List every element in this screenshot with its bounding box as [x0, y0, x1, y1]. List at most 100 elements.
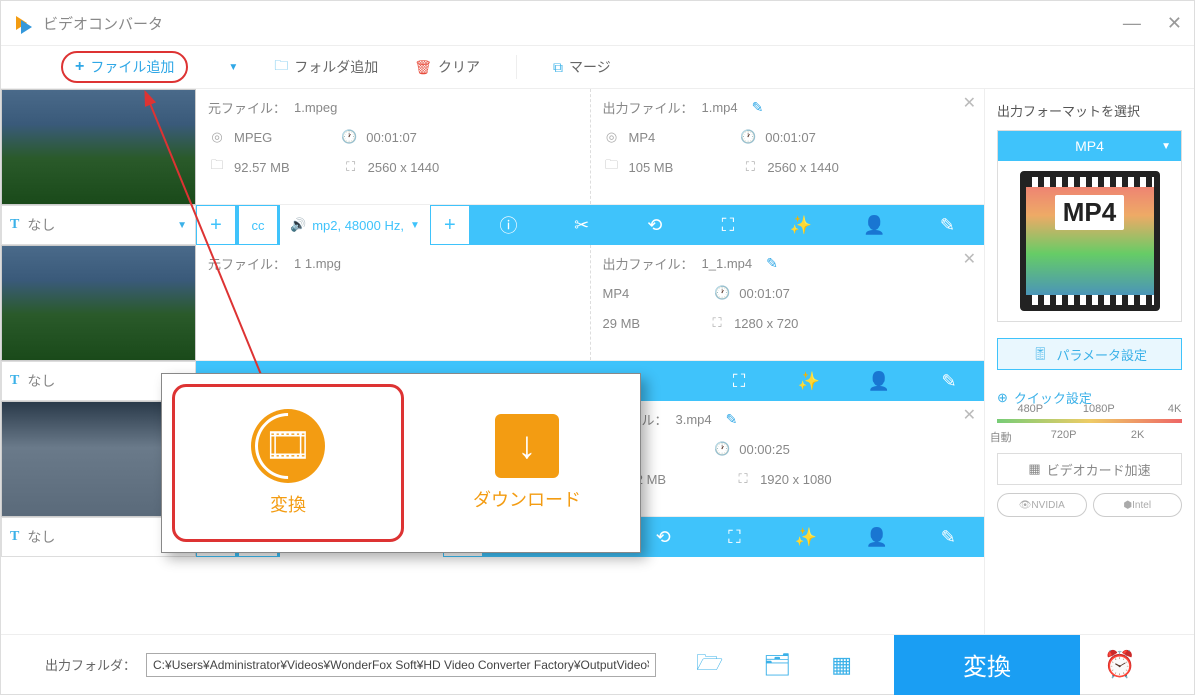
crop-tool-icon[interactable]: ⛶ — [704, 371, 774, 392]
out-file-label: 出力ファイル： — [603, 98, 694, 117]
watermark-tool-icon[interactable]: 👤 — [841, 524, 912, 550]
video-thumbnail[interactable] — [1, 89, 196, 205]
watermark-tool-icon[interactable]: 👤 — [838, 212, 911, 238]
resolution-icon: ⛶ — [741, 158, 759, 176]
add-file-dropdown-icon[interactable]: ▼ — [228, 62, 238, 73]
out-duration: 00:00:25 — [739, 442, 790, 457]
subtitle-value: なし — [27, 371, 55, 391]
remove-file-icon[interactable]: ✕ — [963, 405, 976, 425]
tick-auto: 自動 — [990, 429, 1012, 445]
add-file-label: ファイル追加 — [90, 57, 174, 77]
output-folder-label: 出力フォルダ： — [45, 655, 136, 674]
resolution-icon: ⛶ — [734, 470, 752, 488]
output-folder-input[interactable] — [146, 653, 656, 677]
subtitle-value: なし — [27, 527, 55, 547]
src-file-name: 1 1.mpg — [294, 256, 341, 271]
crop-tool-icon[interactable]: ⛶ — [691, 212, 764, 238]
sliders-icon: 🎚 — [1032, 346, 1049, 362]
add-folder-button[interactable]: 🗀 フォルダ追加 — [274, 55, 378, 79]
merge-icon: ⧉ — [553, 59, 563, 76]
out-res: 1920 x 1080 — [760, 472, 832, 487]
edit-icon[interactable]: ✎ — [726, 411, 738, 428]
mp4-badge: MP4 — [1055, 195, 1124, 230]
effects-tool-icon[interactable]: ✨ — [774, 371, 844, 392]
open-folder-icon[interactable]: 🗂 — [763, 652, 791, 678]
subtitle-icon: T — [10, 373, 19, 389]
audio-value: mp2, 48000 Hz, — [312, 218, 404, 233]
out-format: MP4 — [629, 130, 656, 145]
output-format-box[interactable]: MP4▼ MP4 — [997, 130, 1182, 322]
plus-icon: + — [75, 58, 84, 76]
app-logo-icon — [13, 12, 35, 34]
app-title: ビデオコンバータ — [43, 13, 163, 34]
convert-icon: 🎞 — [251, 409, 325, 483]
out-duration: 00:01:07 — [765, 130, 816, 145]
video-thumbnail[interactable] — [1, 245, 196, 361]
cut-tool-icon[interactable]: ✂ — [545, 212, 618, 238]
remove-file-icon[interactable]: ✕ — [963, 249, 976, 269]
quality-slider[interactable]: 480P 1080P 4K 自動 720P 2K — [997, 419, 1182, 423]
convert-mode-option[interactable]: 🎞 変換 — [172, 384, 404, 542]
chevron-down-icon: ▼ — [410, 220, 420, 231]
browse-folder-icon[interactable]: 🗁 — [696, 646, 723, 684]
info-tool-icon[interactable]: ⓘ — [472, 212, 545, 238]
edit-tool-icon[interactable]: ✎ — [911, 212, 984, 238]
convert-button[interactable]: 変換 — [894, 635, 1080, 695]
edit-tool-icon[interactable]: ✎ — [913, 524, 984, 550]
chip-icon: ▦ — [1028, 461, 1040, 477]
clear-button[interactable]: 🗑 クリア — [414, 57, 480, 77]
chevron-down-icon: ▼ — [1161, 141, 1171, 152]
src-format: MPEG — [234, 130, 272, 145]
out-res: 1280 x 720 — [734, 316, 798, 331]
nvidia-icon: 👁 — [1019, 500, 1032, 511]
handle-icon: ⊕ — [997, 390, 1008, 406]
src-file-name: 1.mpeg — [294, 100, 337, 115]
subtitle-select[interactable]: Tなし▼ — [1, 205, 196, 245]
convert-button-label: 変換 — [963, 647, 1011, 682]
src-file-label: 元ファイル： — [208, 98, 286, 117]
cc-button[interactable]: cc — [238, 205, 278, 245]
schedule-icon[interactable]: ⏰ — [1090, 635, 1150, 695]
add-folder-label: フォルダ追加 — [294, 57, 378, 77]
merge-label: マージ — [569, 57, 611, 77]
clock-icon: 🕐 — [713, 440, 731, 458]
out-file-label: 出力ファイル： — [603, 254, 694, 273]
clear-label: クリア — [438, 57, 480, 77]
add-subtitle-button[interactable]: + — [196, 205, 236, 245]
out-format: MP4 — [603, 286, 630, 301]
edit-icon[interactable]: ✎ — [766, 255, 778, 272]
size-icon: 🗀 — [208, 158, 226, 176]
settings-icon[interactable]: ▦ — [831, 652, 852, 678]
trash-icon: 🗑 — [414, 59, 432, 76]
tick-720p: 720P — [1051, 429, 1077, 441]
audio-select[interactable]: 🔊mp2, 48000 Hz,▼ — [280, 205, 430, 245]
clock-icon: 🕐 — [713, 284, 731, 302]
subtitle-icon: T — [10, 217, 19, 233]
remove-file-icon[interactable]: ✕ — [963, 93, 976, 113]
close-icon[interactable]: ✕ — [1167, 13, 1182, 34]
folder-icon: 🗀 — [274, 55, 288, 79]
resolution-icon: ⛶ — [708, 314, 726, 332]
minimize-icon[interactable]: — — [1123, 13, 1141, 34]
watermark-tool-icon[interactable]: 👤 — [844, 371, 914, 392]
effects-tool-icon[interactable]: ✨ — [770, 524, 841, 550]
add-audio-button[interactable]: + — [430, 205, 470, 245]
effects-tool-icon[interactable]: ✨ — [765, 212, 838, 238]
merge-button[interactable]: ⧉ マージ — [553, 57, 611, 77]
src-file-label: 元ファイル： — [208, 254, 286, 273]
edit-icon[interactable]: ✎ — [752, 99, 764, 116]
download-mode-option[interactable]: ↓ ダウンロード — [414, 374, 640, 552]
rotate-tool-icon[interactable]: ⟲ — [618, 212, 691, 238]
tick-1080p: 1080P — [1083, 403, 1115, 415]
chevron-down-icon: ▼ — [177, 220, 187, 231]
add-file-button[interactable]: + ファイル追加 — [61, 51, 188, 83]
format-icon: ◎ — [603, 128, 621, 146]
intel-chip: ⬢Intel — [1093, 493, 1183, 517]
parameter-settings-button[interactable]: 🎚パラメータ設定 — [997, 338, 1182, 370]
nvidia-chip: 👁NVIDIA — [997, 493, 1087, 517]
gpu-accel-button[interactable]: ▦ビデオカード加速 — [997, 453, 1182, 485]
edit-tool-icon[interactable]: ✎ — [914, 371, 984, 392]
out-res: 2560 x 1440 — [767, 160, 839, 175]
crop-tool-icon[interactable]: ⛶ — [699, 524, 770, 550]
out-file-name: 1.mp4 — [702, 100, 738, 115]
